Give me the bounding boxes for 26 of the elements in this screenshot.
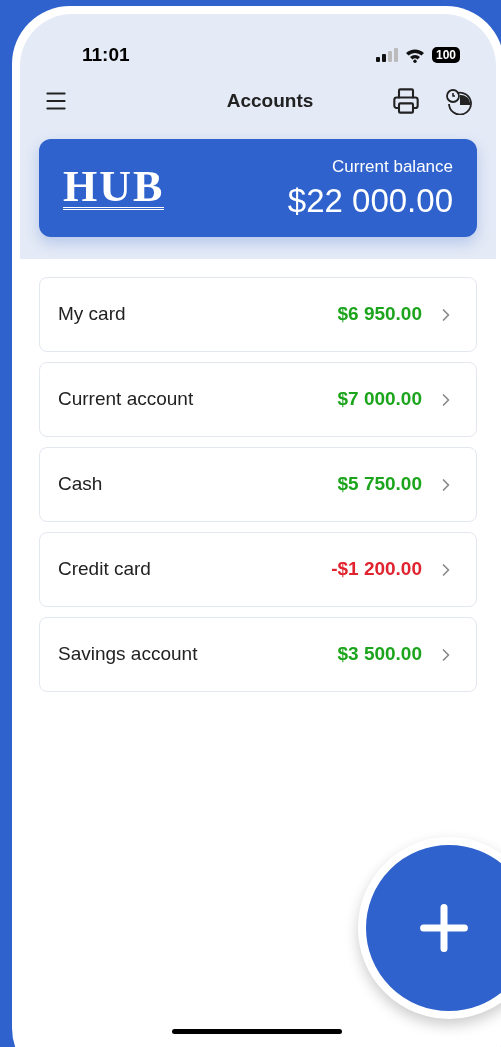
- print-button[interactable]: [390, 85, 422, 117]
- wifi-icon: [404, 47, 425, 63]
- status-time: 11:01: [82, 42, 130, 67]
- account-row[interactable]: Cash $5 750.00: [39, 447, 477, 522]
- account-row[interactable]: Credit card -$1 200.00: [39, 532, 477, 607]
- account-name: Cash: [58, 472, 104, 497]
- account-amount: -$1 200.00: [331, 557, 422, 582]
- account-name: My card: [58, 302, 127, 327]
- account-name: Savings account: [58, 642, 199, 667]
- battery-indicator: 100: [431, 47, 460, 63]
- account-amount: $5 750.00: [337, 472, 422, 497]
- printer-icon: [392, 87, 420, 115]
- account-row[interactable]: My card $6 950.00: [39, 277, 477, 352]
- hub-logo: HUB: [63, 166, 165, 210]
- account-amount: $3 500.00: [337, 642, 422, 667]
- balance-amount: $22 000.00: [287, 180, 453, 221]
- balance-label: Current balance: [332, 156, 453, 179]
- account-row[interactable]: Current account $7 000.00: [39, 362, 477, 437]
- account-amount: $6 950.00: [337, 302, 422, 327]
- page-title: Accounts: [226, 88, 314, 113]
- account-name: Current account: [58, 387, 195, 412]
- clock-pie-icon: [444, 87, 472, 115]
- signal-icon: [375, 48, 398, 62]
- account-row[interactable]: Savings account $3 500.00: [39, 617, 477, 692]
- account-name: Credit card: [58, 557, 152, 582]
- account-amount: $7 000.00: [337, 387, 422, 412]
